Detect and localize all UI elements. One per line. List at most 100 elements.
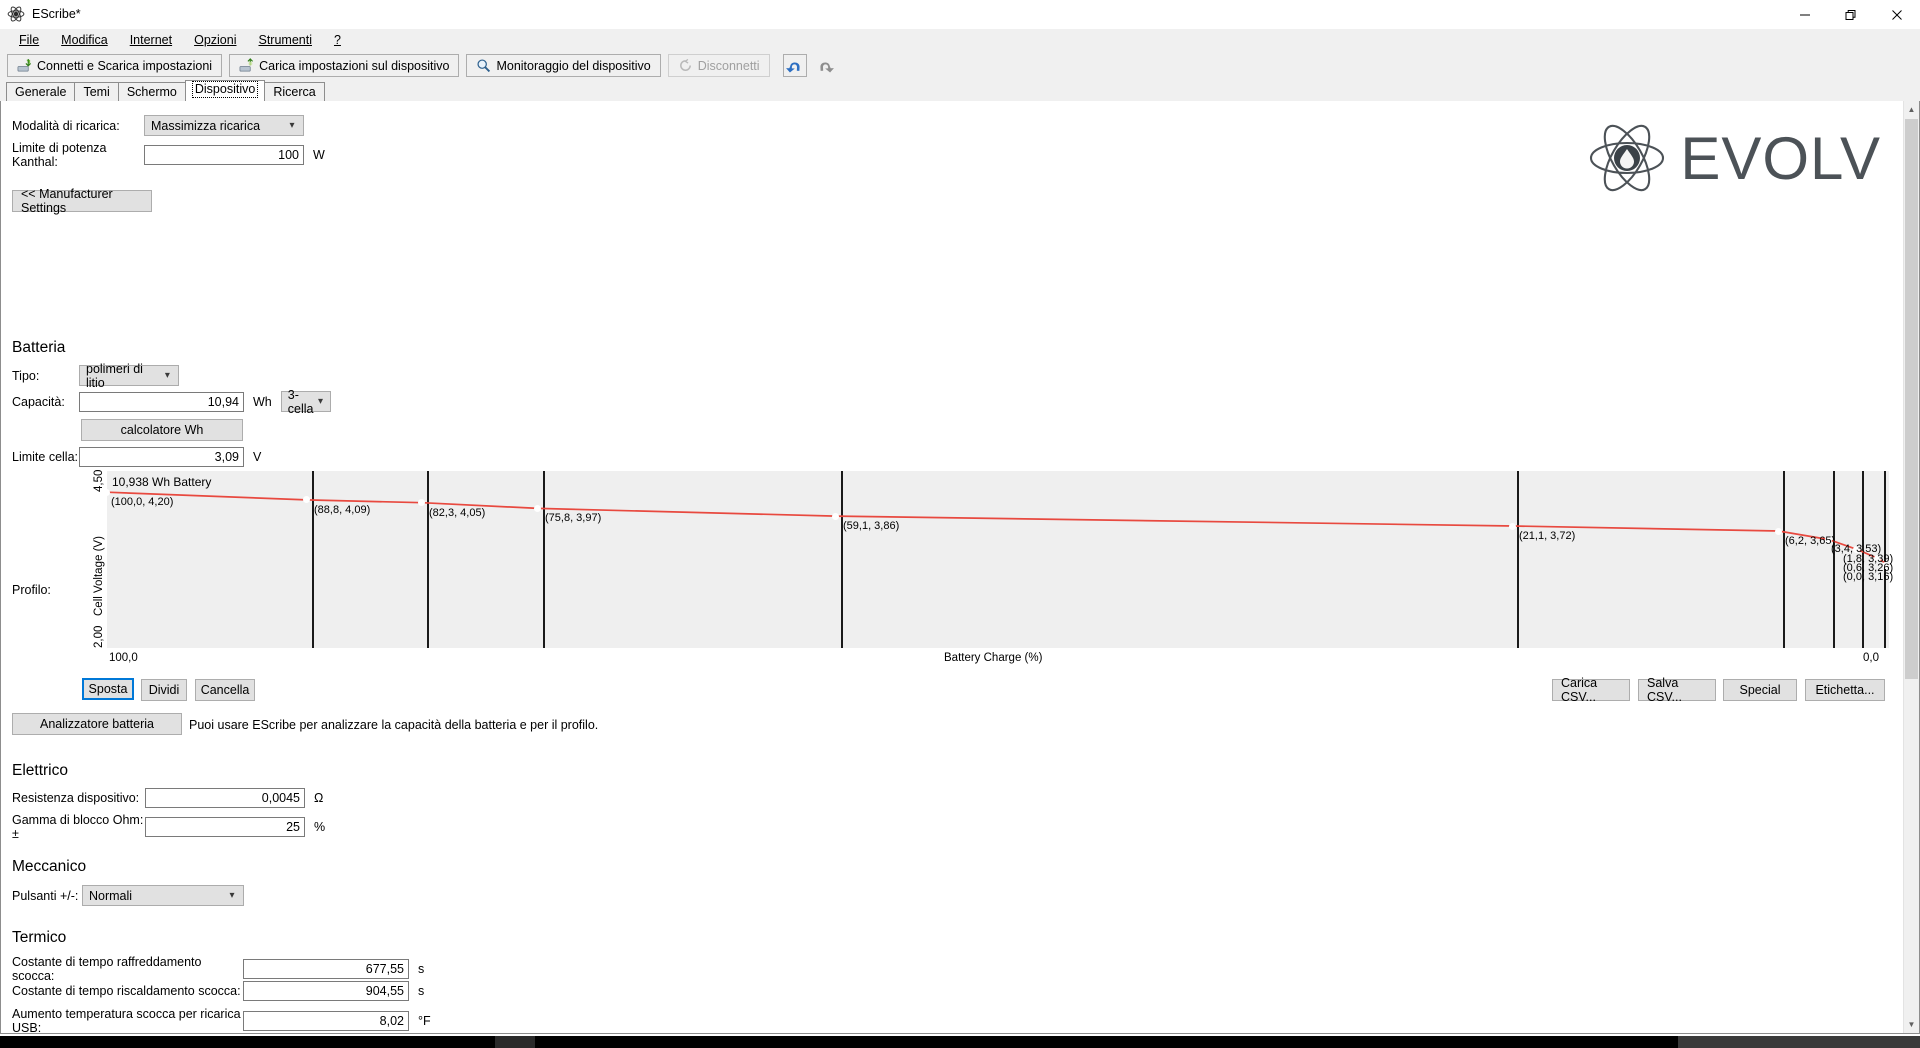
disconnect-label: Disconnetti: [698, 59, 760, 73]
x-tick-right: 0,0: [1863, 652, 1879, 664]
plus-minus-buttons-label: Pulsanti +/-:: [12, 889, 82, 903]
menu-opzioni[interactable]: Opzioni: [183, 30, 247, 50]
battery-cells-select[interactable]: 3-cella ▾: [281, 391, 331, 412]
device-resistance-input[interactable]: 0,0045: [145, 788, 305, 808]
chevron-down-icon: ▾: [285, 120, 299, 131]
device-settings-pane: Modalità di ricarica: Massimizza ricaric…: [0, 101, 1920, 1034]
amp-temp-input[interactable]: 19,34: [243, 1033, 409, 1034]
scroll-down-icon[interactable]: ▼: [1904, 1016, 1919, 1033]
battery-type-select[interactable]: polimeri di litio ▾: [79, 365, 179, 386]
vertical-scrollbar[interactable]: ▲ ▼: [1903, 101, 1919, 1033]
menu-modifica[interactable]: Modifica: [50, 30, 119, 50]
kanthal-limit-input[interactable]: 100: [144, 145, 304, 165]
evolv-logo: EVOLV: [1588, 123, 1881, 193]
battery-profile-chart[interactable]: 4,50 Cell Voltage (V) 2,00: [79, 471, 1889, 653]
usb-charge-temp-label: Aumento temperatura scocca per ricarica …: [12, 1007, 243, 1034]
title-bar: EScribe*: [0, 0, 1920, 29]
ohm-lock-range-row: Gamma di blocco Ohm: ± 25 %: [12, 813, 325, 841]
charge-mode-value: Massimizza ricarica: [151, 119, 260, 133]
battery-analyzer-button[interactable]: Analizzatore batteria: [12, 713, 182, 735]
move-point-button[interactable]: Sposta: [82, 678, 134, 700]
battery-type-value: polimeri di litio: [86, 362, 161, 390]
cell-limit-input[interactable]: 3,09: [79, 447, 244, 467]
data-point[interactable]: [103, 489, 110, 496]
split-point-button[interactable]: Dividi: [141, 679, 187, 701]
connect-download-button[interactable]: Connetti e Scarica impostazioni: [7, 54, 222, 77]
electrical-heading: Elettrico: [12, 762, 68, 780]
body-heating-label: Costante di tempo riscaldamento scocca:: [12, 984, 243, 998]
x-axis-title: Battery Charge (%): [944, 652, 1042, 664]
manufacturer-settings-button[interactable]: << Manufacturer Settings: [12, 190, 152, 212]
cell-limit-unit: V: [253, 450, 261, 464]
menu-file[interactable]: File: [8, 30, 50, 50]
menu-internet[interactable]: Internet: [119, 30, 183, 50]
charge-mode-select[interactable]: Massimizza ricarica ▾: [144, 115, 304, 136]
data-point[interactable]: [832, 513, 839, 520]
point-label: (82,3, 4,05): [429, 508, 485, 519]
chart-plot-area[interactable]: 10,938 Wh Battery (100,0, 4,20) (88,8, 4…: [107, 471, 1889, 648]
cell-limit-label: Limite cella:: [12, 450, 79, 464]
tab-temi[interactable]: Temi: [74, 82, 118, 101]
data-point[interactable]: [1775, 528, 1782, 535]
y-axis-title: Cell Voltage (V): [93, 536, 105, 616]
disconnect-icon: [678, 58, 693, 73]
chevron-down-icon: ▾: [161, 370, 174, 381]
body-cooling-input[interactable]: 677,55: [243, 959, 409, 979]
tab-ricerca[interactable]: Ricerca: [264, 82, 324, 101]
body-cooling-label: Costante di tempo raffreddamento scocca:: [12, 955, 243, 983]
charge-mode-row: Modalità di ricarica: Massimizza ricaric…: [12, 115, 304, 136]
device-resistance-unit: Ω: [314, 791, 323, 805]
plus-minus-buttons-value: Normali: [89, 889, 132, 903]
tab-generale[interactable]: Generale: [6, 82, 75, 101]
label-button[interactable]: Etichetta...: [1805, 679, 1885, 701]
battery-capacity-row: Capacità: 10,94 Wh 3-cella ▾: [12, 391, 331, 412]
maximize-button[interactable]: [1828, 0, 1874, 29]
battery-capacity-unit: Wh: [253, 395, 272, 409]
upload-settings-label: Carica impostazioni sul dispositivo: [259, 59, 449, 73]
battery-capacity-input[interactable]: 10,94: [79, 392, 244, 412]
upload-settings-button[interactable]: Carica impostazioni sul dispositivo: [229, 54, 459, 77]
scroll-thumb[interactable]: [1905, 119, 1918, 679]
plus-minus-buttons-select[interactable]: Normali ▾: [82, 885, 244, 906]
download-device-icon: [17, 58, 32, 73]
device-resistance-label: Resistenza dispositivo:: [12, 791, 145, 805]
undo-button[interactable]: [783, 54, 807, 77]
menu-strumenti[interactable]: Strumenti: [247, 30, 323, 50]
upload-device-icon: [239, 58, 254, 73]
load-csv-button[interactable]: Carica CSV...: [1552, 679, 1630, 701]
app-atom-icon: [7, 5, 25, 23]
tab-schermo-label: Schermo: [127, 85, 177, 99]
save-csv-button[interactable]: Salva CSV...: [1638, 679, 1716, 701]
thermal-heading: Termico: [12, 929, 66, 947]
x-tick-left: 100,0: [109, 652, 138, 664]
taskbar-highlight: [495, 1036, 535, 1048]
menu-internet-label: Internet: [130, 33, 172, 47]
delete-point-button[interactable]: Cancella: [195, 679, 255, 701]
minimize-button[interactable]: [1782, 0, 1828, 29]
chevron-down-icon: ▾: [225, 890, 239, 901]
device-resistance-row: Resistenza dispositivo: 0,0045 Ω: [12, 788, 323, 808]
menu-help[interactable]: ?: [323, 30, 352, 50]
mechanical-heading: Meccanico: [12, 858, 86, 876]
close-button[interactable]: [1874, 0, 1920, 29]
tab-schermo[interactable]: Schermo: [118, 82, 186, 101]
usb-charge-temp-input[interactable]: 8,02: [243, 1011, 409, 1031]
data-point[interactable]: [1509, 523, 1516, 530]
point-label: (21,1, 3,72): [1519, 531, 1575, 542]
ohm-lock-range-input[interactable]: 25: [145, 817, 305, 837]
point-label: (0,0, 3,16): [1843, 572, 1893, 583]
split-point-label: Dividi: [149, 683, 180, 697]
connect-download-label: Connetti e Scarica impostazioni: [37, 59, 212, 73]
tab-dispositivo[interactable]: Dispositivo: [185, 80, 265, 101]
wh-calculator-button[interactable]: calcolatore Wh: [81, 419, 243, 441]
device-monitor-button[interactable]: Monitoraggio del dispositivo: [466, 54, 660, 77]
point-label: (6,2, 3,65): [1785, 536, 1835, 547]
window-controls: [1782, 0, 1920, 29]
special-button[interactable]: Special: [1723, 679, 1797, 701]
body-heating-input[interactable]: 904,55: [243, 981, 409, 1001]
scroll-up-icon[interactable]: ▲: [1904, 101, 1919, 118]
save-csv-label: Salva CSV...: [1647, 676, 1707, 704]
redo-button[interactable]: [814, 54, 838, 77]
data-point[interactable]: [303, 496, 310, 503]
tab-strip: Generale Temi Schermo Dispositivo Ricerc…: [0, 80, 1920, 101]
